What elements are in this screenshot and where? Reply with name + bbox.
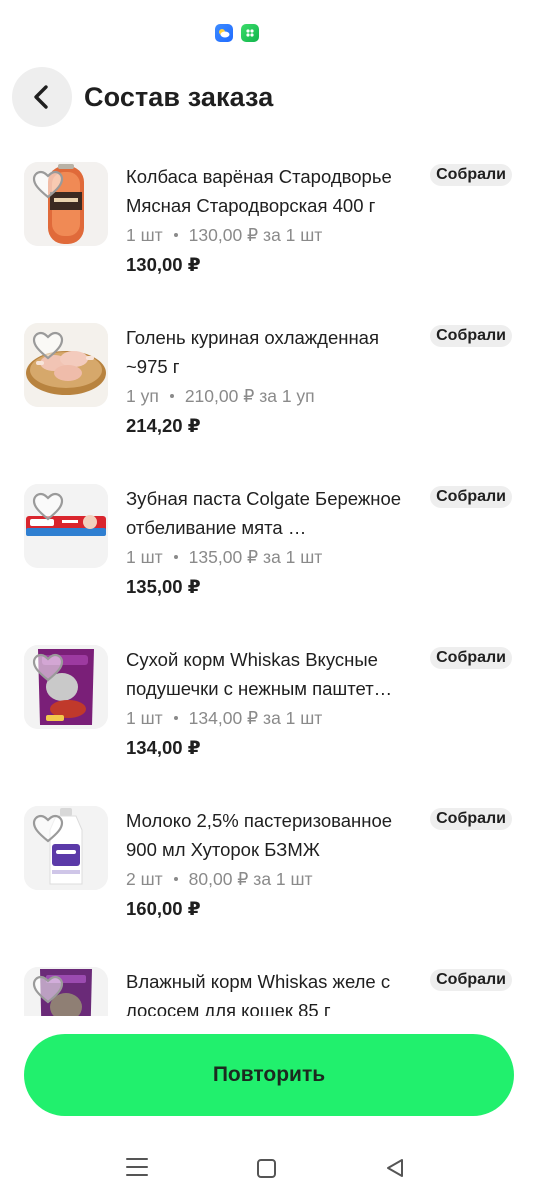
product-info: Влажный корм Whiskas желе с лососем для … [126,967,424,1016]
product-total: 130,00 ₽ [126,254,201,275]
product-info: Молоко 2,5% пастеризованное 900 мл Хутор… [126,806,424,924]
order-item[interactable]: Влажный корм Whiskas желе с лососем для … [0,955,538,1016]
triangle-back-icon[interactable] [384,1157,406,1179]
separator-dot [173,555,178,559]
product-quantity: 1 шт [126,547,163,567]
product-meta: 1 шт 134,00 ₽ за 1 шт [126,703,424,733]
store-app-icon [241,24,259,42]
system-nav-bar [0,1140,538,1200]
product-quantity: 1 шт [126,225,163,245]
page-header: Состав заказа [12,66,526,128]
menu-line [126,1166,148,1168]
heart-icon[interactable] [32,331,64,361]
order-items-list[interactable]: Колбаса варёная Стародворье Мясная Старо… [0,150,538,1016]
product-total: 135,00 ₽ [126,576,201,597]
chevron-left-icon [34,85,48,109]
product-meta: 1 уп 210,00 ₽ за 1 уп [126,381,424,411]
product-info: Голень куриная охлажденная ~975 г 1 уп 2… [126,323,424,441]
separator-dot [169,394,174,398]
separator-dot [173,877,178,881]
product-unit-price: 80,00 ₽ за 1 шт [188,869,313,889]
product-quantity: 1 уп [126,386,159,406]
product-name: Зубная паста Colgate Бережное отбеливани… [126,488,402,538]
status-badge: Собрали [430,486,512,508]
home-square-icon[interactable] [257,1159,276,1178]
product-quantity: 1 шт [126,708,163,728]
weather-app-icon [215,24,233,42]
order-item[interactable]: Колбаса варёная Стародворье Мясная Старо… [0,150,538,311]
status-badge: Собрали [430,164,512,186]
status-badge: Собрали [430,808,512,830]
product-meta: 1 шт 135,00 ₽ за 1 шт [126,542,424,572]
menu-line [126,1174,148,1176]
product-total: 214,20 ₽ [126,415,201,436]
status-icons [215,24,259,42]
order-item[interactable]: Молоко 2,5% пастеризованное 900 мл Хутор… [0,794,538,955]
product-info: Колбаса варёная Стародворье Мясная Старо… [126,162,424,280]
product-quantity: 2 шт [126,869,163,889]
page-title: Состав заказа [84,81,274,112]
back-button[interactable] [12,67,72,127]
product-info: Сухой корм Whiskas Вкусные подушечки с н… [126,645,424,763]
order-item[interactable]: Сухой корм Whiskas Вкусные подушечки с н… [0,633,538,794]
heart-icon[interactable] [32,170,64,200]
status-badge: Собрали [430,325,512,347]
product-unit-price: 130,00 ₽ за 1 шт [188,225,323,245]
product-unit-price: 134,00 ₽ за 1 шт [188,708,323,728]
product-unit-price: 135,00 ₽ за 1 шт [188,547,323,567]
product-name: Влажный корм Whiskas желе с лососем для … [126,971,391,1016]
separator-dot [173,716,178,720]
order-item[interactable]: Зубная паста Colgate Бережное отбеливани… [0,472,538,633]
product-meta: 1 шт 130,00 ₽ за 1 шт [126,220,424,250]
menu-line [126,1158,148,1160]
order-item[interactable]: Голень куриная охлажденная ~975 г 1 уп 2… [0,311,538,472]
menu-icon[interactable] [126,1158,148,1178]
status-bar [0,0,538,60]
product-name: Молоко 2,5% пастеризованное 900 мл Хутор… [126,810,393,860]
product-total: 134,00 ₽ [126,737,201,758]
product-info: Зубная паста Colgate Бережное отбеливани… [126,484,424,602]
product-name: Сухой корм Whiskas Вкусные подушечки с н… [126,649,393,699]
product-meta: 2 шт 80,00 ₽ за 1 шт [126,864,424,894]
product-unit-price: 210,00 ₽ за 1 уп [184,386,315,406]
product-name: Голень куриная охлажденная ~975 г [126,327,379,377]
heart-icon[interactable] [32,492,64,522]
status-badge: Собрали [430,647,512,669]
product-name: Колбаса варёная Стародворье Мясная Старо… [126,166,392,216]
repeat-order-button[interactable]: Повторить [24,1034,514,1116]
product-total: 160,00 ₽ [126,898,201,919]
heart-icon[interactable] [32,814,64,844]
heart-icon[interactable] [32,975,64,1005]
heart-icon[interactable] [32,653,64,683]
separator-dot [173,233,178,237]
status-badge: Собрали [430,969,512,991]
